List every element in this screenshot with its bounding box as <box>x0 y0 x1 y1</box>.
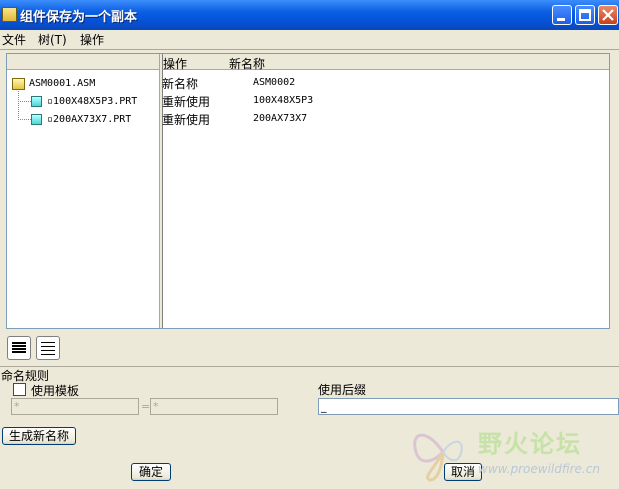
row-operation[interactable]: 新名称 <box>162 75 198 92</box>
column-new-name[interactable]: 新名称 <box>229 55 265 72</box>
app-icon <box>2 7 17 22</box>
watermark-text: 野火论坛 <box>478 430 582 458</box>
use-template-checkbox[interactable] <box>13 383 26 396</box>
close-icon <box>602 9 614 21</box>
template-field-right[interactable]: * <box>150 398 278 415</box>
ok-button[interactable]: 确定 <box>131 463 171 481</box>
section-divider <box>0 366 619 367</box>
row-new-name[interactable]: ASM0002 <box>253 77 295 88</box>
tree-connector <box>18 119 31 120</box>
tree-child-1[interactable]: ▫100X48X5P3.PRT <box>47 96 137 107</box>
equals-sign: = <box>141 400 151 413</box>
use-suffix-label: 使用后缀 <box>318 383 367 397</box>
main-panel: ASM0001.ASM ▫100X48X5P3.PRT ▫200AX73X7.P… <box>6 53 610 329</box>
minimize-button[interactable] <box>552 5 572 25</box>
menu-operation[interactable]: 操作 <box>80 31 104 48</box>
row-new-name[interactable]: 200AX73X7 <box>253 113 307 124</box>
tree-connector <box>18 91 19 120</box>
maximize-icon <box>579 9 591 21</box>
tree-connector <box>18 101 31 102</box>
forum-watermark: 野火论坛 www.proewildfire.cn <box>408 422 613 482</box>
template-field-left[interactable]: * <box>11 398 139 415</box>
window-title: 组件保存为一个副本 <box>20 10 138 25</box>
simple-view-button[interactable] <box>36 336 60 360</box>
part-icon <box>31 96 42 107</box>
minimize-icon <box>557 18 565 21</box>
menu-bar: 文件 树(T) 操作 <box>0 30 619 48</box>
menu-separator <box>0 49 619 50</box>
list-simple-icon <box>41 342 55 355</box>
watermark-url: www.proewildfire.cn <box>478 462 600 476</box>
row-new-name[interactable]: 100X48X5P3 <box>253 95 313 106</box>
model-tree[interactable]: ASM0001.ASM ▫100X48X5P3.PRT ▫200AX73X7.P… <box>7 54 159 328</box>
butterfly-logo-icon <box>413 433 463 482</box>
title-bar[interactable]: 组件保存为一个副本 <box>0 0 619 30</box>
menu-tree[interactable]: 树(T) <box>38 31 67 48</box>
detailed-view-button[interactable] <box>7 336 31 360</box>
assembly-icon <box>12 78 25 90</box>
tree-header <box>7 54 159 70</box>
table-header: 操作 新名称 <box>163 54 609 72</box>
column-operation[interactable]: 操作 <box>163 55 187 72</box>
use-template-label: 使用模板 <box>31 384 80 398</box>
row-operation[interactable]: 重新使用 <box>162 93 210 110</box>
close-button[interactable] <box>598 5 618 25</box>
row-operation[interactable]: 重新使用 <box>162 111 210 128</box>
list-detailed-icon <box>12 342 26 353</box>
part-icon <box>31 114 42 125</box>
maximize-button[interactable] <box>575 5 595 25</box>
generate-names-button[interactable]: 生成新名称 <box>2 427 76 445</box>
tree-root[interactable]: ASM0001.ASM <box>29 78 95 89</box>
menu-file[interactable]: 文件 <box>2 31 26 48</box>
suffix-input[interactable]: _ <box>318 398 619 415</box>
tree-child-2[interactable]: ▫200AX73X7.PRT <box>47 114 131 125</box>
